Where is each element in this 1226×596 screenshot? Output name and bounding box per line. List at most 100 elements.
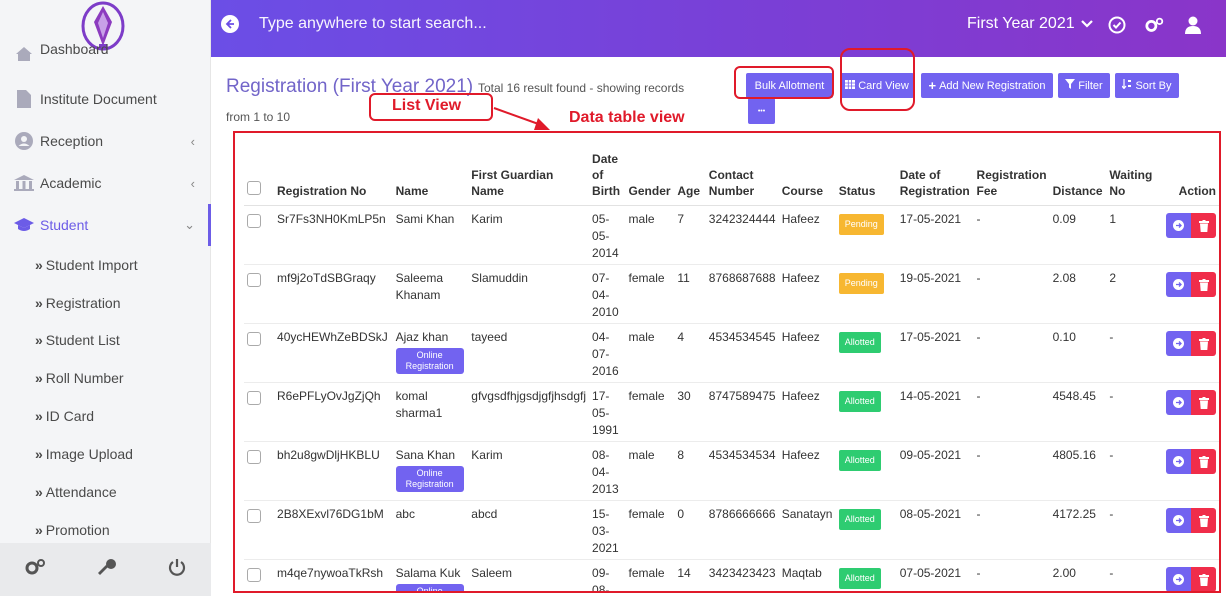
delete-button[interactable] — [1191, 331, 1216, 356]
settings-icon[interactable] — [1145, 15, 1165, 35]
table-row[interactable]: 40ycHEWhZeBDSkJ Ajaz khan Online Registr… — [244, 323, 1219, 383]
sidebar-subitem-attendance[interactable]: » Attendance — [35, 484, 117, 500]
online-registration-badge: Online Registration — [395, 466, 464, 492]
sidebar-item-student[interactable]: Student ⌄ — [0, 204, 211, 246]
view-details-button[interactable] — [1166, 508, 1191, 533]
view-details-button[interactable] — [1166, 272, 1191, 297]
distance: 0.10 — [1049, 323, 1107, 383]
row-checkbox[interactable] — [247, 568, 261, 582]
date-of-registration: 09-05-2021 — [896, 441, 974, 501]
waiting-no: - — [1106, 323, 1158, 383]
dob-month: 05- — [592, 229, 610, 243]
sort-by-button[interactable]: Sort By — [1115, 73, 1179, 98]
column-header[interactable]: Date of Birth — [589, 147, 626, 206]
sidebar-subitem-id-card[interactable]: » ID Card — [35, 408, 94, 424]
view-details-button[interactable] — [1166, 331, 1191, 356]
column-header[interactable]: Age — [674, 147, 706, 206]
contact-number: 8747589475 — [705, 382, 779, 442]
column-header[interactable]: Distance — [1049, 147, 1107, 206]
column-header[interactable]: Date of Registration — [896, 147, 974, 206]
annotation-bulk-allotment-box — [734, 66, 834, 99]
filter-button[interactable]: Filter — [1058, 73, 1110, 98]
arrow-right-circle-icon — [1173, 397, 1184, 408]
annotation-card-view-box — [840, 48, 915, 111]
power-icon[interactable] — [168, 558, 186, 581]
sidebar-item-academic[interactable]: Academic ‹ — [0, 168, 211, 198]
status-cell: Pending — [835, 205, 897, 265]
check-circle-icon[interactable] — [1107, 15, 1127, 35]
column-header[interactable]: Course — [778, 147, 836, 206]
view-details-button[interactable] — [1166, 449, 1191, 474]
table-row[interactable]: Sr7Fs3NH0KmLP5n Sami Khan Karim 05- 05- … — [244, 205, 1219, 265]
age: 14 — [674, 559, 706, 591]
column-header[interactable]: Registration No — [274, 147, 393, 206]
distance: 4805.16 — [1049, 441, 1107, 501]
row-checkbox[interactable] — [247, 391, 261, 405]
delete-button[interactable] — [1191, 390, 1216, 415]
column-header[interactable]: Contact Number — [705, 147, 779, 206]
waiting-no: - — [1106, 559, 1158, 591]
row-checkbox[interactable] — [247, 273, 261, 287]
student-name: Sami Khan — [395, 212, 455, 226]
column-header[interactable]: Gender — [625, 147, 675, 206]
delete-button[interactable] — [1191, 449, 1216, 474]
dob-day: 07- — [592, 271, 610, 285]
key-icon[interactable] — [97, 558, 117, 581]
date-of-birth: 09- 08- — [589, 559, 626, 591]
delete-button[interactable] — [1191, 272, 1216, 297]
column-header[interactable]: Name — [392, 147, 469, 206]
gender: male — [625, 323, 675, 383]
delete-button[interactable] — [1191, 508, 1216, 533]
column-header[interactable]: Status — [835, 147, 897, 206]
add-new-registration-button[interactable]: + Add New Registration — [921, 73, 1053, 98]
select-all-checkbox[interactable] — [247, 181, 261, 195]
row-checkbox[interactable] — [247, 450, 261, 464]
column-header[interactable]: Registration Fee — [973, 147, 1050, 206]
row-checkbox[interactable] — [247, 509, 261, 523]
settings-icon[interactable] — [25, 558, 47, 581]
age: 8 — [674, 441, 706, 501]
date-of-registration: 17-05-2021 — [896, 323, 974, 383]
student-name-cell: komal sharma1 — [392, 382, 469, 442]
year-select[interactable]: First Year 2021 — [967, 15, 1093, 33]
column-header[interactable]: First Guardian Name — [468, 147, 590, 206]
view-details-button[interactable] — [1166, 213, 1191, 238]
view-details-button[interactable] — [1166, 567, 1191, 591]
sidebar-subitem-student-list[interactable]: » Student List — [35, 332, 120, 348]
global-search-input[interactable]: Type anywhere to start search... — [259, 15, 487, 33]
table-row[interactable]: m4qe7nywoaTkRsh Salama Kuk Online Saleem… — [244, 559, 1219, 591]
records-range: from 1 to 10 — [226, 110, 291, 124]
distance: 2.08 — [1049, 264, 1107, 324]
back-arrow-icon[interactable] — [221, 15, 239, 33]
sidebar-subitem-registration[interactable]: » Registration — [35, 295, 121, 311]
row-checkbox-cell — [244, 205, 275, 265]
row-checkbox[interactable] — [247, 214, 261, 228]
delete-button[interactable] — [1191, 567, 1216, 591]
registration-no: bh2u8gwDljHKBLU — [274, 441, 393, 501]
sidebar-item-dashboard[interactable]: Dashboard — [0, 44, 211, 64]
status-cell: Allotted — [835, 323, 897, 383]
table-row[interactable]: R6ePFLyOvJgZjQh komal sharma1 gfvgsdfhjg… — [244, 382, 1219, 442]
column-header[interactable]: Waiting No — [1106, 147, 1158, 206]
row-checkbox[interactable] — [247, 332, 261, 346]
dob-month: 04- — [592, 465, 610, 479]
delete-button[interactable] — [1191, 213, 1216, 238]
table-row[interactable]: mf9j2oTdSBGraqy Saleema Khanam Slamuddin… — [244, 264, 1219, 324]
more-options-button[interactable]: ••• — [748, 98, 775, 124]
view-details-button[interactable] — [1166, 390, 1191, 415]
select-all-checkbox-cell — [244, 147, 275, 206]
student-name: Saleema Khanam — [395, 271, 443, 302]
document-icon — [13, 89, 35, 109]
sidebar-item-reception[interactable]: Reception ‹ — [0, 126, 211, 156]
sidebar-subitem-student-import[interactable]: » Student Import — [35, 257, 138, 273]
sidebar-subitem-image-upload[interactable]: » Image Upload — [35, 446, 133, 462]
sidebar-subitem-promotion[interactable]: » Promotion — [35, 522, 110, 538]
sidebar-item-institute-document[interactable]: Institute Document — [0, 84, 211, 114]
user-icon[interactable] — [1183, 15, 1203, 35]
dob-day: 09- — [592, 566, 610, 580]
dob-day: 04- — [592, 330, 610, 344]
table-row[interactable]: bh2u8gwDljHKBLU Sana Khan Online Registr… — [244, 441, 1219, 501]
table-row[interactable]: 2B8XExvl76DG1bM abc abcd 15- 03- 2021 fe… — [244, 500, 1219, 560]
home-icon — [13, 44, 35, 64]
sidebar-subitem-roll-number[interactable]: » Roll Number — [35, 370, 124, 386]
